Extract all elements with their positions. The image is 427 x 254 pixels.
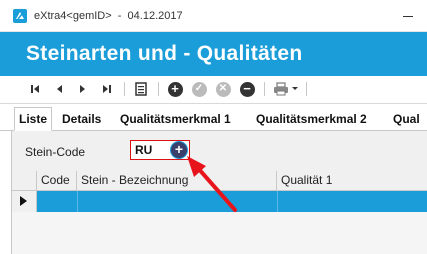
next-record-icon[interactable] [74,80,92,98]
tab-qualitaetsmerkmal-1[interactable]: Qualitätsmerkmal 1 [116,108,235,130]
table-row[interactable] [12,191,427,212]
grid-cell-divider [277,191,278,212]
plus-icon: + [174,141,184,157]
stein-code-label: Stein-Code [25,145,86,159]
tab-qual[interactable]: Qual [389,108,424,130]
list-view-icon[interactable] [132,80,150,98]
column-header-qualitaet-1[interactable]: Qualität 1 [277,171,427,190]
previous-record-icon[interactable] [50,80,68,98]
grid-cell-divider [77,191,78,212]
grid-header: Code Stein - Bezeichnung Qualität 1 [12,171,427,191]
dropdown-arrow-icon[interactable] [290,80,300,98]
toolbar-separator [264,82,265,96]
add-stein-code-button[interactable]: + [171,141,187,158]
tab-qualitaetsmerkmal-2[interactable]: Qualitätsmerkmal 2 [252,108,371,130]
list-panel: Stein-Code RU + Code Stein - Bezeichnung… [11,131,427,254]
tab-liste[interactable]: Liste [14,107,53,131]
toolbar-separator [158,82,159,96]
last-record-icon[interactable] [98,80,116,98]
row-header-corner [12,171,37,190]
page-header-banner: Steinarten und - Qualitäten [0,32,427,76]
print-icon[interactable] [272,80,290,98]
confirm-icon[interactable]: ✓ [190,80,208,98]
column-header-code[interactable]: Code [37,171,77,190]
toolbar-separator [306,82,307,96]
window-title-bar: eXtra4<gemID> - 04.12.2017 [0,0,427,32]
minimize-window-icon[interactable] [403,8,413,22]
tab-strip: Liste Details Qualitätsmerkmal 1 Qualitä… [0,104,427,131]
column-header-stein-bezeichnung[interactable]: Stein - Bezeichnung [77,171,277,190]
page-title: Steinarten und - Qualitäten [26,42,303,65]
data-grid: Code Stein - Bezeichnung Qualität 1 [12,171,427,254]
cancel-icon[interactable]: ✕ [214,80,232,98]
delete-icon[interactable]: − [238,80,256,98]
current-row-indicator-icon [12,191,37,212]
window-title: eXtra4<gemID> - 04.12.2017 [34,10,183,22]
app-logo-icon [13,9,27,23]
first-record-icon[interactable] [26,80,44,98]
add-icon[interactable]: + [166,80,184,98]
toolbar-separator [124,82,125,96]
record-toolbar: + ✓ ✕ − [0,76,427,104]
tab-details[interactable]: Details [58,108,105,130]
stein-code-value: RU [135,143,153,157]
